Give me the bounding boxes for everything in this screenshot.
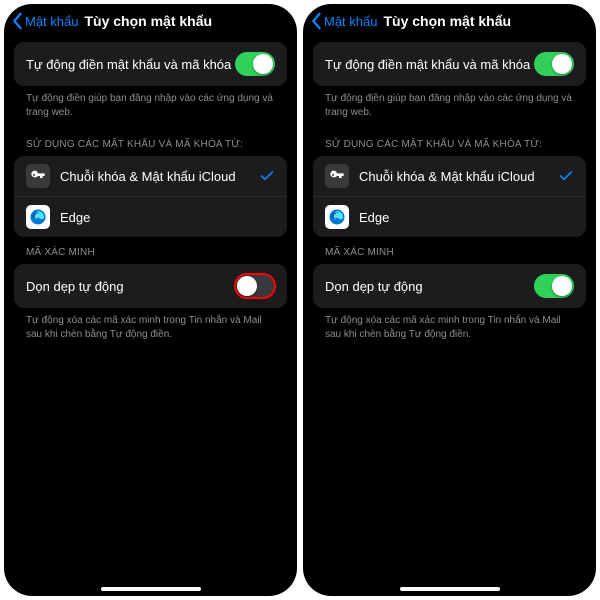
cleanup-label: Dọn dẹp tự động	[325, 279, 534, 294]
autofill-toggle[interactable]	[235, 52, 275, 76]
autofill-label: Tự động điền mật khẩu và mã khóa	[26, 57, 235, 72]
autofill-footer: Tự động điền giúp bạn đăng nhập vào các …	[313, 86, 586, 129]
edge-label: Edge	[60, 210, 275, 225]
cleanup-label: Dọn dẹp tự động	[26, 279, 235, 294]
autofill-toggle[interactable]	[534, 52, 574, 76]
autofill-row[interactable]: Tự động điền mật khẩu và mã khóa	[313, 42, 586, 86]
source-edge[interactable]: Edge	[14, 197, 287, 237]
page-title: Tùy chọn mật khẩu	[84, 13, 212, 29]
cleanup-toggle-off-highlighted[interactable]	[235, 274, 275, 298]
source-edge[interactable]: Edge	[313, 197, 586, 237]
verification-header: MÃ XÁC MINH	[313, 237, 586, 264]
sources-card: Chuỗi khóa & Mật khẩu iCloud Edge	[313, 156, 586, 237]
autofill-footer: Tự động điền giúp bạn đăng nhập vào các …	[14, 86, 287, 129]
check-icon	[558, 168, 574, 184]
keychain-label: Chuỗi khóa & Mật khẩu iCloud	[60, 169, 249, 184]
edge-label: Edge	[359, 210, 574, 225]
cleanup-row[interactable]: Dọn dẹp tự động	[14, 264, 287, 308]
key-icon	[325, 164, 349, 188]
cleanup-toggle-on[interactable]	[534, 274, 574, 298]
check-icon	[259, 168, 275, 184]
verification-card: Dọn dẹp tự động	[14, 264, 287, 308]
autofill-row[interactable]: Tự động điền mật khẩu và mã khóa	[14, 42, 287, 86]
sources-card: Chuỗi khóa & Mật khẩu iCloud Edge	[14, 156, 287, 237]
cleanup-row[interactable]: Dọn dẹp tự động	[313, 264, 586, 308]
edge-icon	[26, 205, 50, 229]
back-button[interactable]: Mật khẩu	[309, 12, 377, 30]
content-area: Tự động điền mật khẩu và mã khóa Tự động…	[303, 36, 596, 596]
autofill-label: Tự động điền mật khẩu và mã khóa	[325, 57, 534, 72]
keychain-label: Chuỗi khóa & Mật khẩu iCloud	[359, 169, 548, 184]
back-label: Mật khẩu	[324, 14, 377, 29]
autofill-card: Tự động điền mật khẩu và mã khóa	[14, 42, 287, 86]
chevron-left-icon	[10, 12, 24, 30]
home-indicator[interactable]	[400, 587, 500, 591]
edge-icon	[325, 205, 349, 229]
verification-header: MÃ XÁC MINH	[14, 237, 287, 264]
page-title: Tùy chọn mật khẩu	[383, 13, 511, 29]
sources-header: SỬ DỤNG CÁC MẬT KHẨU VÀ MÃ KHÓA TỪ:	[14, 129, 287, 156]
sources-header: SỬ DỤNG CÁC MẬT KHẨU VÀ MÃ KHÓA TỪ:	[313, 129, 586, 156]
phone-screen-right: Mật khẩu Tùy chọn mật khẩu Tự động điền …	[303, 4, 596, 596]
nav-header: Mật khẩu Tùy chọn mật khẩu	[303, 4, 596, 36]
chevron-left-icon	[309, 12, 323, 30]
nav-header: Mật khẩu Tùy chọn mật khẩu	[4, 4, 297, 36]
content-area: Tự động điền mật khẩu và mã khóa Tự động…	[4, 36, 297, 596]
back-label: Mật khẩu	[25, 14, 78, 29]
source-keychain[interactable]: Chuỗi khóa & Mật khẩu iCloud	[313, 156, 586, 197]
verification-footer: Tự động xóa các mã xác minh trong Tin nh…	[14, 308, 287, 351]
key-icon	[26, 164, 50, 188]
phone-screen-left: Mật khẩu Tùy chọn mật khẩu Tự động điền …	[4, 4, 297, 596]
back-button[interactable]: Mật khẩu	[10, 12, 78, 30]
source-keychain[interactable]: Chuỗi khóa & Mật khẩu iCloud	[14, 156, 287, 197]
home-indicator[interactable]	[101, 587, 201, 591]
autofill-card: Tự động điền mật khẩu và mã khóa	[313, 42, 586, 86]
verification-card: Dọn dẹp tự động	[313, 264, 586, 308]
verification-footer: Tự động xóa các mã xác minh trong Tin nh…	[313, 308, 586, 351]
